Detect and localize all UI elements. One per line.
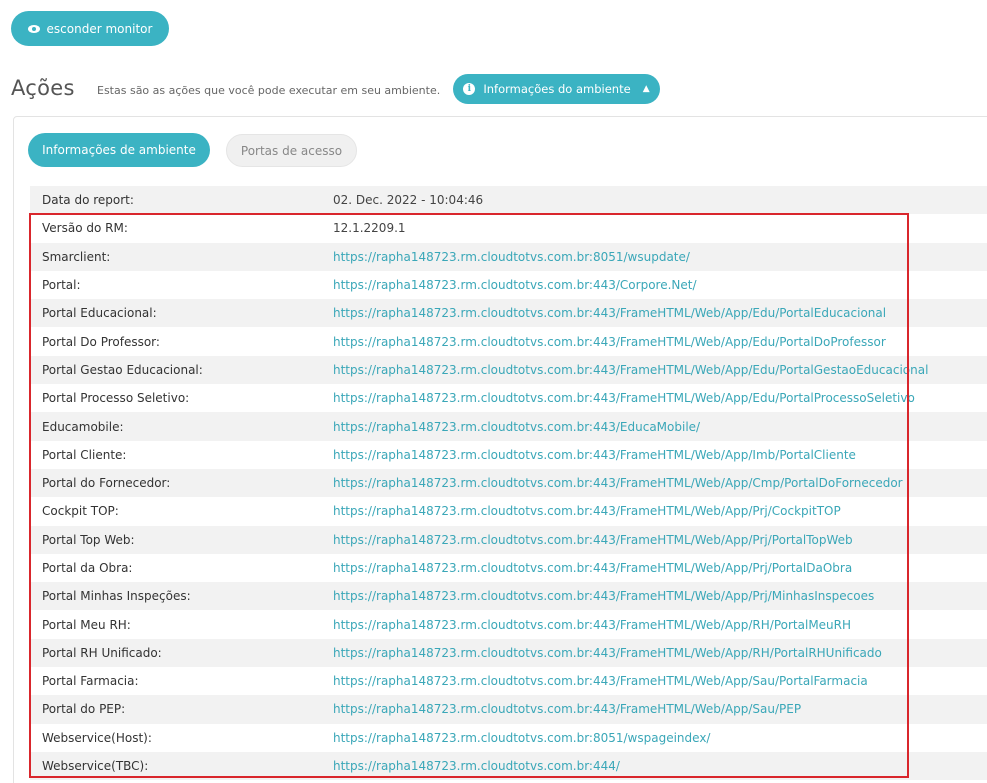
row-label: Portal Do Professor: xyxy=(42,334,160,349)
row-label: Portal Top Web: xyxy=(42,532,135,547)
row-label: Webservice(Host): xyxy=(42,730,152,745)
environment-info-button[interactable]: i Informações do ambiente ▲ xyxy=(453,74,660,104)
table-row: Cockpit TOP: https://rapha148723.rm.cloud… xyxy=(30,497,987,526)
row-link[interactable]: https://rapha148723.rm.cloudtotvs.com.br… xyxy=(333,702,801,716)
hide-monitor-label: esconder monitor xyxy=(46,21,153,36)
row-label: Portal Processo Seletivo: xyxy=(42,391,190,406)
environment-info-table: Data do report: 02. Dec. 2022 - 10:04:46 … xyxy=(30,186,987,781)
row-label: Smarclient: xyxy=(42,249,111,264)
row-link[interactable]: https://rapha148723.rm.cloudtotvs.com.br… xyxy=(333,618,851,632)
row-label: Portal Gestao Educacional: xyxy=(42,362,203,377)
hide-monitor-button[interactable]: esconder monitor xyxy=(11,11,169,46)
info-icon: i xyxy=(463,83,476,95)
row-link[interactable]: https://rapha148723.rm.cloudtotvs.com.br… xyxy=(333,391,915,405)
page-description: Estas são as ações que você pode executa… xyxy=(97,84,441,97)
tab-environment-info[interactable]: Informações de ambiente xyxy=(28,133,210,167)
row-label: Portal Educacional: xyxy=(42,306,157,321)
table-row: Webservice(TBC): https://rapha148723.rm.c… xyxy=(30,751,987,781)
eye-icon xyxy=(27,24,40,33)
row-label: Cockpit TOP: xyxy=(42,504,119,519)
row-label: Portal Minhas Inspeções: xyxy=(42,589,191,604)
row-value: 02. Dec. 2022 - 10:04:46 xyxy=(333,193,484,208)
table-row: Data do report: 02. Dec. 2022 - 10:04:46 xyxy=(30,186,987,215)
row-label: Portal do PEP: xyxy=(42,702,126,717)
table-row: Portal Top Web: https://rapha148723.rm.cl… xyxy=(30,525,987,554)
row-label: Portal Farmacia: xyxy=(42,674,139,689)
chevron-up-icon: ▲ xyxy=(642,84,650,94)
row-link[interactable]: https://rapha148723.rm.cloudtotvs.com.br… xyxy=(333,278,697,292)
row-link[interactable]: https://rapha148723.rm.cloudtotvs.com.br… xyxy=(333,306,886,320)
table-row: Portal do Fornecedor: https://rapha148723… xyxy=(30,468,987,498)
row-label: Portal RH Unificado: xyxy=(42,645,162,660)
row-link[interactable]: https://rapha148723.rm.cloudtotvs.com.br… xyxy=(333,448,856,462)
row-link[interactable]: https://rapha148723.rm.cloudtotvs.com.br… xyxy=(333,533,853,547)
table-row: Portal do PEP: https://rapha148723.rm.clo… xyxy=(30,695,987,724)
row-label: Portal da Obra: xyxy=(42,561,133,575)
table-row: Portal Processo Seletivo: https://rapha14… xyxy=(30,384,987,413)
table-row: Portal Do Professor: https://rapha148723.… xyxy=(30,327,987,356)
table-row: Portal Cliente: https://rapha148723.rm.cl… xyxy=(30,440,987,469)
environment-info-label: Informações do ambiente xyxy=(483,82,631,96)
row-link[interactable]: https://rapha148723.rm.cloudtotvs.com.br… xyxy=(333,335,886,349)
table-row: Webservice(Host): https://rapha148723.rm.… xyxy=(30,723,987,752)
row-label: Educamobile: xyxy=(42,419,124,434)
row-label: Versão do RM: xyxy=(42,221,128,236)
table-row: Portal RH Unificado: https://rapha148723.… xyxy=(30,638,987,668)
row-label: Portal Cliente: xyxy=(42,447,127,462)
row-value: 12.1.2209.1 xyxy=(333,221,406,236)
row-link[interactable]: https://rapha148723.rm.cloudtotvs.com.br… xyxy=(333,504,841,518)
row-label: Portal: xyxy=(42,278,81,293)
row-label: Data do report: xyxy=(42,193,134,208)
row-link[interactable]: https://rapha148723.rm.cloudtotvs.com.br… xyxy=(333,250,690,264)
table-row: Versão do RM: 12.1.2209.1 xyxy=(30,214,987,243)
table-row: Portal Minhas Inspeções: https://rapha148… xyxy=(30,582,987,611)
row-link[interactable]: https://rapha148723.rm.cloudtotvs.com.br… xyxy=(333,731,710,745)
table-row: Smarclient: https://rapha148723.rm.cloudt… xyxy=(30,242,987,271)
row-link[interactable]: https://rapha148723.rm.cloudtotvs.com.br… xyxy=(333,646,882,660)
table-row: Portal Meu RH: https://rapha148723.rm.clo… xyxy=(30,610,987,639)
row-label: Portal do Fornecedor: xyxy=(42,476,171,491)
row-link[interactable]: https://rapha148723.rm.cloudtotvs.com.br… xyxy=(333,759,620,773)
table-row: Portal: https://rapha148723.rm.cloudtotvs… xyxy=(30,270,987,300)
row-link[interactable]: https://rapha148723.rm.cloudtotvs.com.br… xyxy=(333,476,903,490)
tab-access-ports[interactable]: Portas de acesso xyxy=(226,134,357,167)
table-row: Educamobile: https://rapha148723.rm.cloud… xyxy=(30,412,987,441)
row-label: Webservice(TBC): xyxy=(42,759,149,774)
page-title: Ações xyxy=(11,76,75,100)
row-link[interactable]: https://rapha148723.rm.cloudtotvs.com.br… xyxy=(333,674,868,688)
table-row: Portal Gestao Educacional: https://rapha1… xyxy=(30,355,987,385)
row-label: Portal Meu RH: xyxy=(42,617,131,632)
row-link[interactable]: https://rapha148723.rm.cloudtotvs.com.br… xyxy=(333,363,928,377)
table-row: Portal Farmacia: https://rapha148723.rm.c… xyxy=(30,667,987,696)
row-link[interactable]: https://rapha148723.rm.cloudtotvs.com.br… xyxy=(333,589,874,603)
table-row: Portal Educacional: https://rapha148723.r… xyxy=(30,299,987,328)
row-link[interactable]: https://rapha148723.rm.cloudtotvs.com.br… xyxy=(333,420,700,434)
table-row: Portal da Obra: https://rapha148723.rm.cl… xyxy=(30,553,987,583)
row-link[interactable]: https://rapha148723.rm.cloudtotvs.com.br… xyxy=(333,561,852,575)
